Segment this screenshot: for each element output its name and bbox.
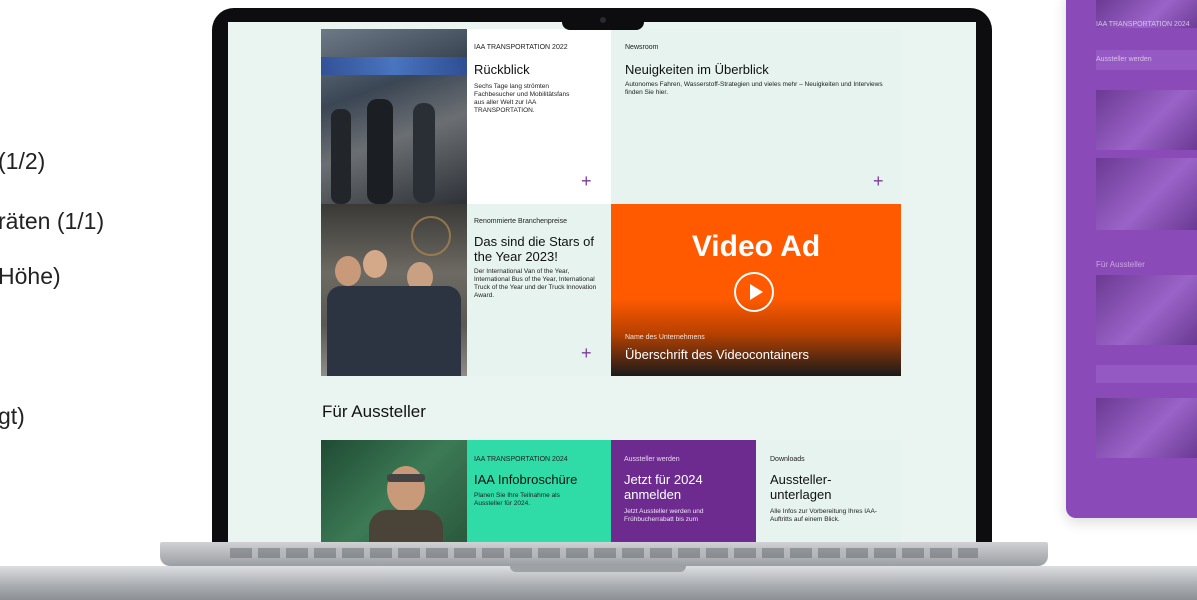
- video-company: Name des Unternehmens: [625, 334, 705, 341]
- card-kicker: Newsroom: [625, 44, 659, 51]
- mobile-image: [1096, 275, 1197, 345]
- video-ad-heading: Video Ad: [691, 230, 821, 263]
- video-title: Überschrift des Videocontainers: [625, 347, 810, 362]
- card-title: Jetzt für 2024 anmelden: [624, 472, 703, 502]
- card-description: Sechs Tage lang strömten Fachbesucher un…: [474, 83, 570, 114]
- card-description: Der International Van of the Year, Inter…: [474, 268, 597, 299]
- mobile-label: IAA TRANSPORTATION 2024: [1096, 21, 1190, 28]
- exhibitor-photo: [321, 440, 467, 542]
- card-kicker: Aussteller werden: [624, 456, 680, 463]
- slide-line: (1/2): [0, 148, 46, 174]
- background-slide-text: (1/2) räten (1/1) Höhe) gt): [0, 0, 210, 600]
- crowd-photo: [321, 29, 467, 204]
- laptop-base: [0, 566, 1197, 600]
- infobroschuere-card[interactable]: IAA TRANSPORTATION 2024 IAA Infobroschür…: [467, 440, 611, 542]
- card-title: Rückblick: [474, 62, 530, 77]
- mobile-section-title: Für Aussteller: [1096, 260, 1145, 269]
- laptop-keyboard: [160, 542, 1048, 566]
- website-screen: IAA TRANSPORTATION 2022 Rückblick Sechs …: [228, 22, 976, 542]
- card-kicker: Renommierte Branchenpreise: [474, 218, 567, 225]
- card-title: Das sind die Stars of the Year 2023!: [474, 234, 594, 264]
- awards-photo: [321, 204, 467, 376]
- card-kicker: IAA TRANSPORTATION 2022: [474, 44, 568, 51]
- expand-plus-icon[interactable]: +: [581, 344, 592, 362]
- expand-plus-icon[interactable]: +: [581, 172, 592, 190]
- card-description: Jetzt Aussteller werden und Frühbucherra…: [624, 508, 704, 523]
- camera-notch: [562, 12, 644, 30]
- newsroom-card[interactable]: Newsroom Neuigkeiten im Überblick Autono…: [611, 29, 901, 204]
- card-kicker: Downloads: [770, 456, 805, 463]
- mobile-preview: IAA TRANSPORTATION 2024 Aussteller werde…: [1066, 0, 1197, 518]
- card-description: Autonomes Fahren, Wasserstoff-Strategien…: [625, 81, 883, 96]
- card-title: IAA Infobroschüre: [474, 472, 578, 487]
- card-description: Planen Sie Ihre Teilnahme als Aussteller…: [474, 492, 560, 507]
- rueckblick-card[interactable]: IAA TRANSPORTATION 2022 Rückblick Sechs …: [467, 29, 611, 204]
- slide-line: räten (1/1): [0, 208, 105, 234]
- mobile-image: [1096, 398, 1197, 458]
- section-title: Für Aussteller: [322, 402, 426, 421]
- expand-plus-icon[interactable]: +: [873, 172, 884, 190]
- mobile-label: Aussteller werden: [1096, 56, 1152, 63]
- card-kicker: IAA TRANSPORTATION 2024: [474, 456, 568, 463]
- downloads-card[interactable]: Downloads Aussteller-unterlagen Alle Inf…: [756, 440, 901, 542]
- play-icon[interactable]: [734, 272, 774, 312]
- card-description: Alle Infos zur Vorbereitung Ihres IAA-Au…: [770, 508, 877, 523]
- card-title: Neuigkeiten im Überblick: [625, 62, 769, 77]
- mobile-image: [1096, 90, 1197, 150]
- mobile-image: [1096, 158, 1197, 230]
- stars-of-the-year-card[interactable]: Renommierte Branchenpreise Das sind die …: [467, 204, 611, 376]
- slide-line: gt): [0, 403, 25, 429]
- card-title: Aussteller-unterlagen: [770, 472, 832, 502]
- slide-line: Höhe): [0, 263, 61, 289]
- mobile-banner: [1096, 365, 1197, 383]
- register-card[interactable]: Aussteller werden Jetzt für 2024 anmelde…: [611, 440, 756, 542]
